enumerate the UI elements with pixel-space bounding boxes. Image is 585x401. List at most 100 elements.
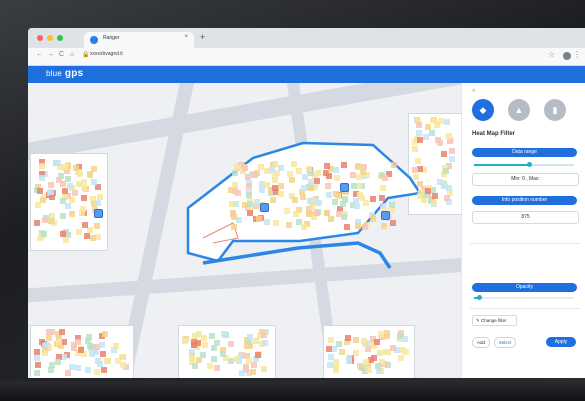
heat-cell	[81, 195, 87, 201]
heat-cell	[391, 162, 397, 168]
close-tab-icon[interactable]: ×	[184, 34, 188, 40]
app-header: blue gps	[28, 66, 585, 83]
bluegps-logo: blue gps	[46, 68, 84, 79]
heat-cell	[435, 137, 441, 143]
heat-cell	[87, 172, 93, 178]
heat-cell	[214, 365, 220, 371]
maximize-window-dot[interactable]	[57, 35, 63, 41]
bookmark-star-icon[interactable]: ☆	[548, 50, 555, 59]
heat-cell	[192, 333, 198, 339]
heat-cell	[359, 365, 365, 371]
heat-cell	[63, 237, 69, 243]
heat-cell	[418, 189, 424, 195]
change-filter-button[interactable]: ✎ Change filter	[472, 315, 517, 326]
heat-cell	[76, 229, 82, 235]
heat-cell	[39, 163, 45, 169]
heat-cell	[381, 223, 387, 229]
heat-cell	[94, 223, 100, 229]
heatmap-map[interactable]	[28, 83, 461, 378]
heatmap-layers-icon[interactable]: ◆	[472, 99, 494, 121]
heat-cell	[412, 167, 418, 173]
heat-cell	[326, 173, 332, 179]
heat-cell	[60, 231, 66, 237]
browser-tab-bar: Ranger × +	[28, 28, 585, 48]
poi-marker[interactable]	[381, 211, 390, 220]
home-icon[interactable]: ⌂	[70, 51, 74, 58]
heat-cell	[65, 176, 71, 182]
heat-cell	[336, 211, 342, 217]
select-button[interactable]: Select	[494, 337, 516, 348]
heat-cell	[85, 367, 91, 373]
reload-icon[interactable]: C	[59, 51, 64, 58]
heat-cell	[328, 337, 334, 343]
minimize-window-dot[interactable]	[47, 35, 53, 41]
heat-cell	[397, 333, 403, 339]
heat-cell	[239, 370, 245, 376]
heat-cell	[441, 151, 447, 157]
heat-cell	[39, 175, 45, 181]
heat-cell	[244, 343, 250, 349]
url-field[interactable]: xxxxxbvaged.it	[90, 51, 123, 57]
heat-cell	[403, 349, 409, 355]
heat-cell	[416, 122, 422, 128]
heat-cell	[363, 200, 369, 206]
heat-cell	[416, 130, 422, 136]
heat-cell	[182, 338, 188, 344]
heat-cell	[56, 177, 62, 183]
heat-cell	[209, 333, 215, 339]
slider-handle[interactable]	[477, 295, 482, 300]
data-range-slider[interactable]	[474, 162, 574, 167]
heat-cell	[220, 351, 226, 357]
heat-cell	[42, 217, 48, 223]
info-position-value: 875	[472, 211, 579, 224]
heat-cell	[48, 218, 54, 224]
forward-icon[interactable]: →	[47, 51, 54, 58]
new-tab-button[interactable]: +	[200, 32, 205, 42]
heat-cell	[370, 196, 376, 202]
slider-handle[interactable]	[527, 162, 532, 167]
add-button[interactable]: Add	[472, 337, 490, 348]
heat-cell	[341, 162, 347, 168]
heat-cell	[328, 216, 334, 222]
browser-tab[interactable]: Ranger ×	[84, 32, 194, 48]
heat-cell	[328, 354, 334, 360]
poi-marker[interactable]	[260, 203, 269, 212]
heat-cell	[344, 224, 350, 230]
poi-marker[interactable]	[340, 183, 349, 192]
opacity-header: Opacity	[472, 283, 577, 292]
heat-cell	[398, 355, 404, 361]
data-range-header: Data range	[472, 148, 577, 157]
heat-cell	[379, 195, 385, 201]
heat-cell	[432, 193, 438, 199]
heat-cell	[325, 183, 331, 189]
heat-cell	[211, 345, 217, 351]
heat-cell	[264, 219, 270, 225]
heat-cell	[339, 349, 345, 355]
heat-cell	[115, 358, 121, 364]
divider	[470, 243, 580, 244]
heat-cell	[191, 342, 197, 348]
heat-cell	[80, 206, 86, 212]
heat-cell	[34, 370, 40, 376]
heat-cell	[443, 168, 449, 174]
apply-button[interactable]: Apply	[546, 337, 576, 347]
heat-cell	[425, 188, 431, 194]
heat-cell	[255, 352, 261, 358]
heat-cell	[48, 182, 54, 188]
profile-avatar[interactable]	[563, 52, 571, 60]
back-icon[interactable]: ←	[36, 51, 43, 58]
menu-icon[interactable]: ⋮	[573, 50, 581, 59]
opacity-slider[interactable]	[474, 295, 574, 300]
heat-cell	[286, 222, 292, 228]
heat-cell	[269, 167, 275, 173]
laptop-base	[0, 381, 585, 401]
heat-cell	[355, 223, 361, 229]
heat-cell	[357, 192, 363, 198]
tab-title: Ranger	[103, 35, 120, 41]
poi-marker[interactable]	[94, 209, 103, 218]
zones-icon[interactable]: ▲	[508, 99, 530, 121]
analytics-icon[interactable]: ▮	[544, 99, 566, 121]
heat-cell	[293, 211, 299, 217]
close-window-dot[interactable]	[37, 35, 43, 41]
collapse-panel-icon[interactable]: »	[472, 88, 475, 94]
